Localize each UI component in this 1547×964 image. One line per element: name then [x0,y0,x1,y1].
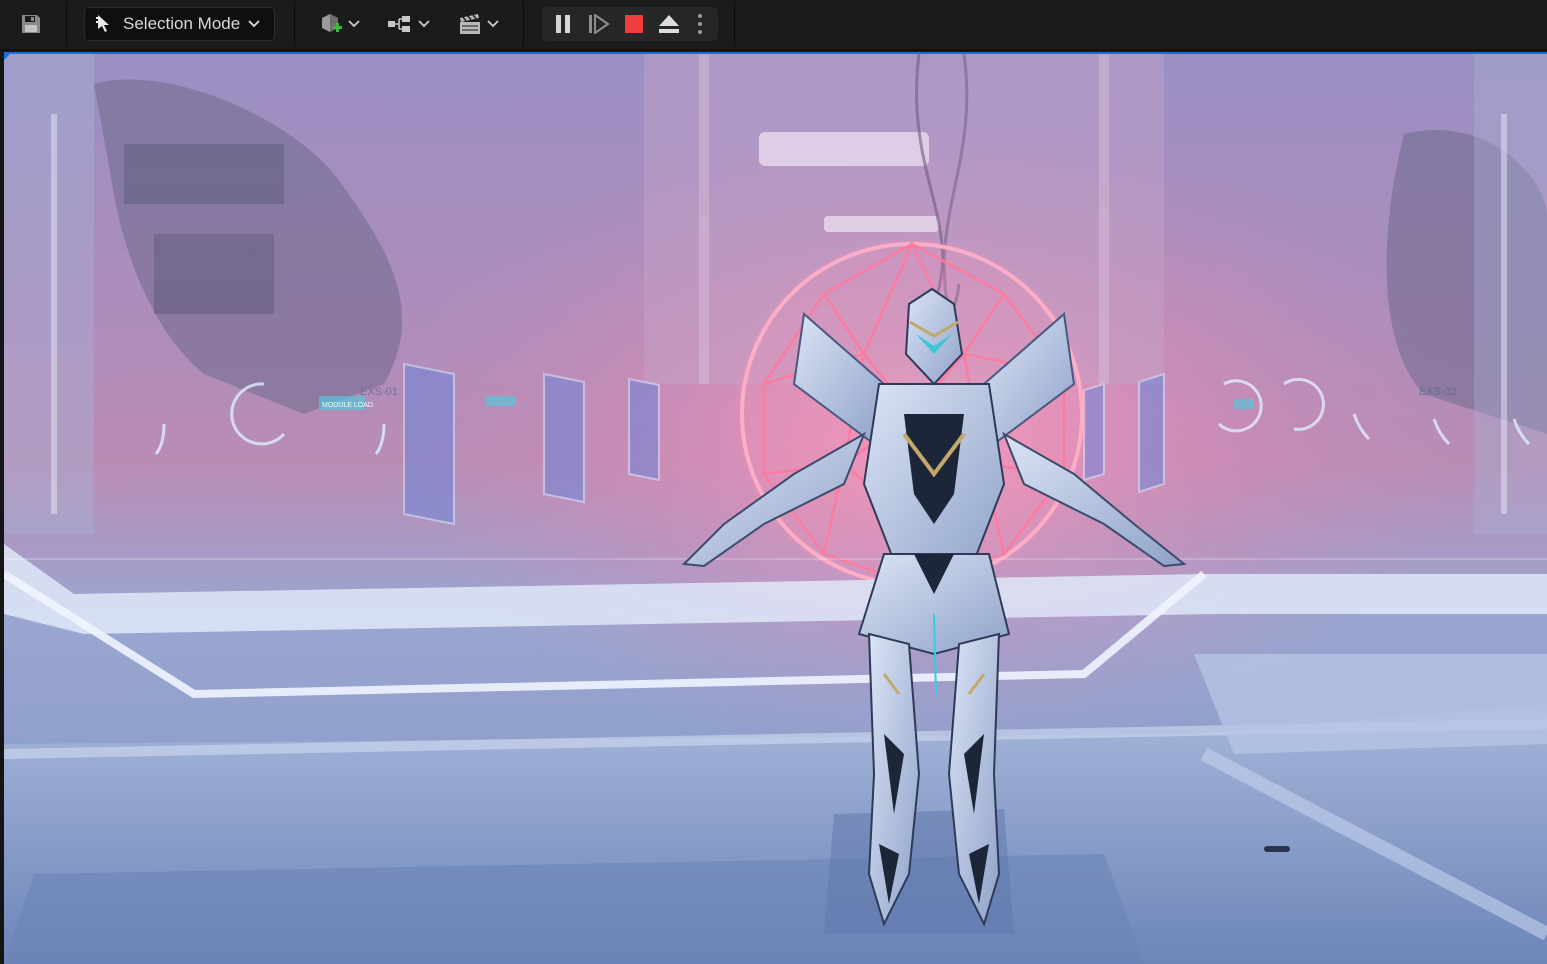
pause-button[interactable] [546,7,580,41]
add-actor-dropdown[interactable] [311,9,367,39]
scene-render: MODULE LOAD EXS-01 EXS-02 [4,54,1547,964]
level-viewport[interactable]: MODULE LOAD EXS-01 EXS-02 [4,52,1547,964]
sign-exs-01: EXS-01 [360,386,398,398]
level-editor-toolbar: Selection Mode [0,0,1547,50]
chevron-down-icon [248,20,260,28]
blueprints-dropdown[interactable] [380,9,436,39]
blueprint-icon [386,13,414,35]
stop-button[interactable] [617,7,651,41]
cursor-selection-icon [95,13,115,35]
holo-module-text: MODULE LOAD [322,402,373,409]
pause-icon [554,14,572,34]
selection-mode-dropdown[interactable]: Selection Mode [84,7,275,41]
eject-icon [657,14,681,34]
sign-exs-02: EXS-02 [1419,386,1457,398]
stop-icon [625,15,643,33]
clapperboard-icon [457,12,483,36]
cinematics-dropdown[interactable] [450,9,506,39]
play-controls [542,7,718,41]
toolbar-separator [294,2,295,46]
eject-button[interactable] [652,7,686,41]
save-button[interactable] [14,11,48,37]
play-options-button[interactable] [687,7,713,41]
more-options-icon [697,13,703,35]
toolbar-separator [66,2,67,46]
step-forward-button[interactable] [582,7,616,41]
step-forward-icon [588,14,610,34]
selection-mode-label: Selection Mode [123,14,241,33]
chevron-down-icon [487,20,499,28]
chevron-down-icon [418,20,430,28]
toolbar-separator [734,2,735,46]
save-icon [20,13,42,35]
chevron-down-icon [348,20,360,28]
toolbar-separator [523,2,524,46]
add-actor-icon [318,11,344,37]
